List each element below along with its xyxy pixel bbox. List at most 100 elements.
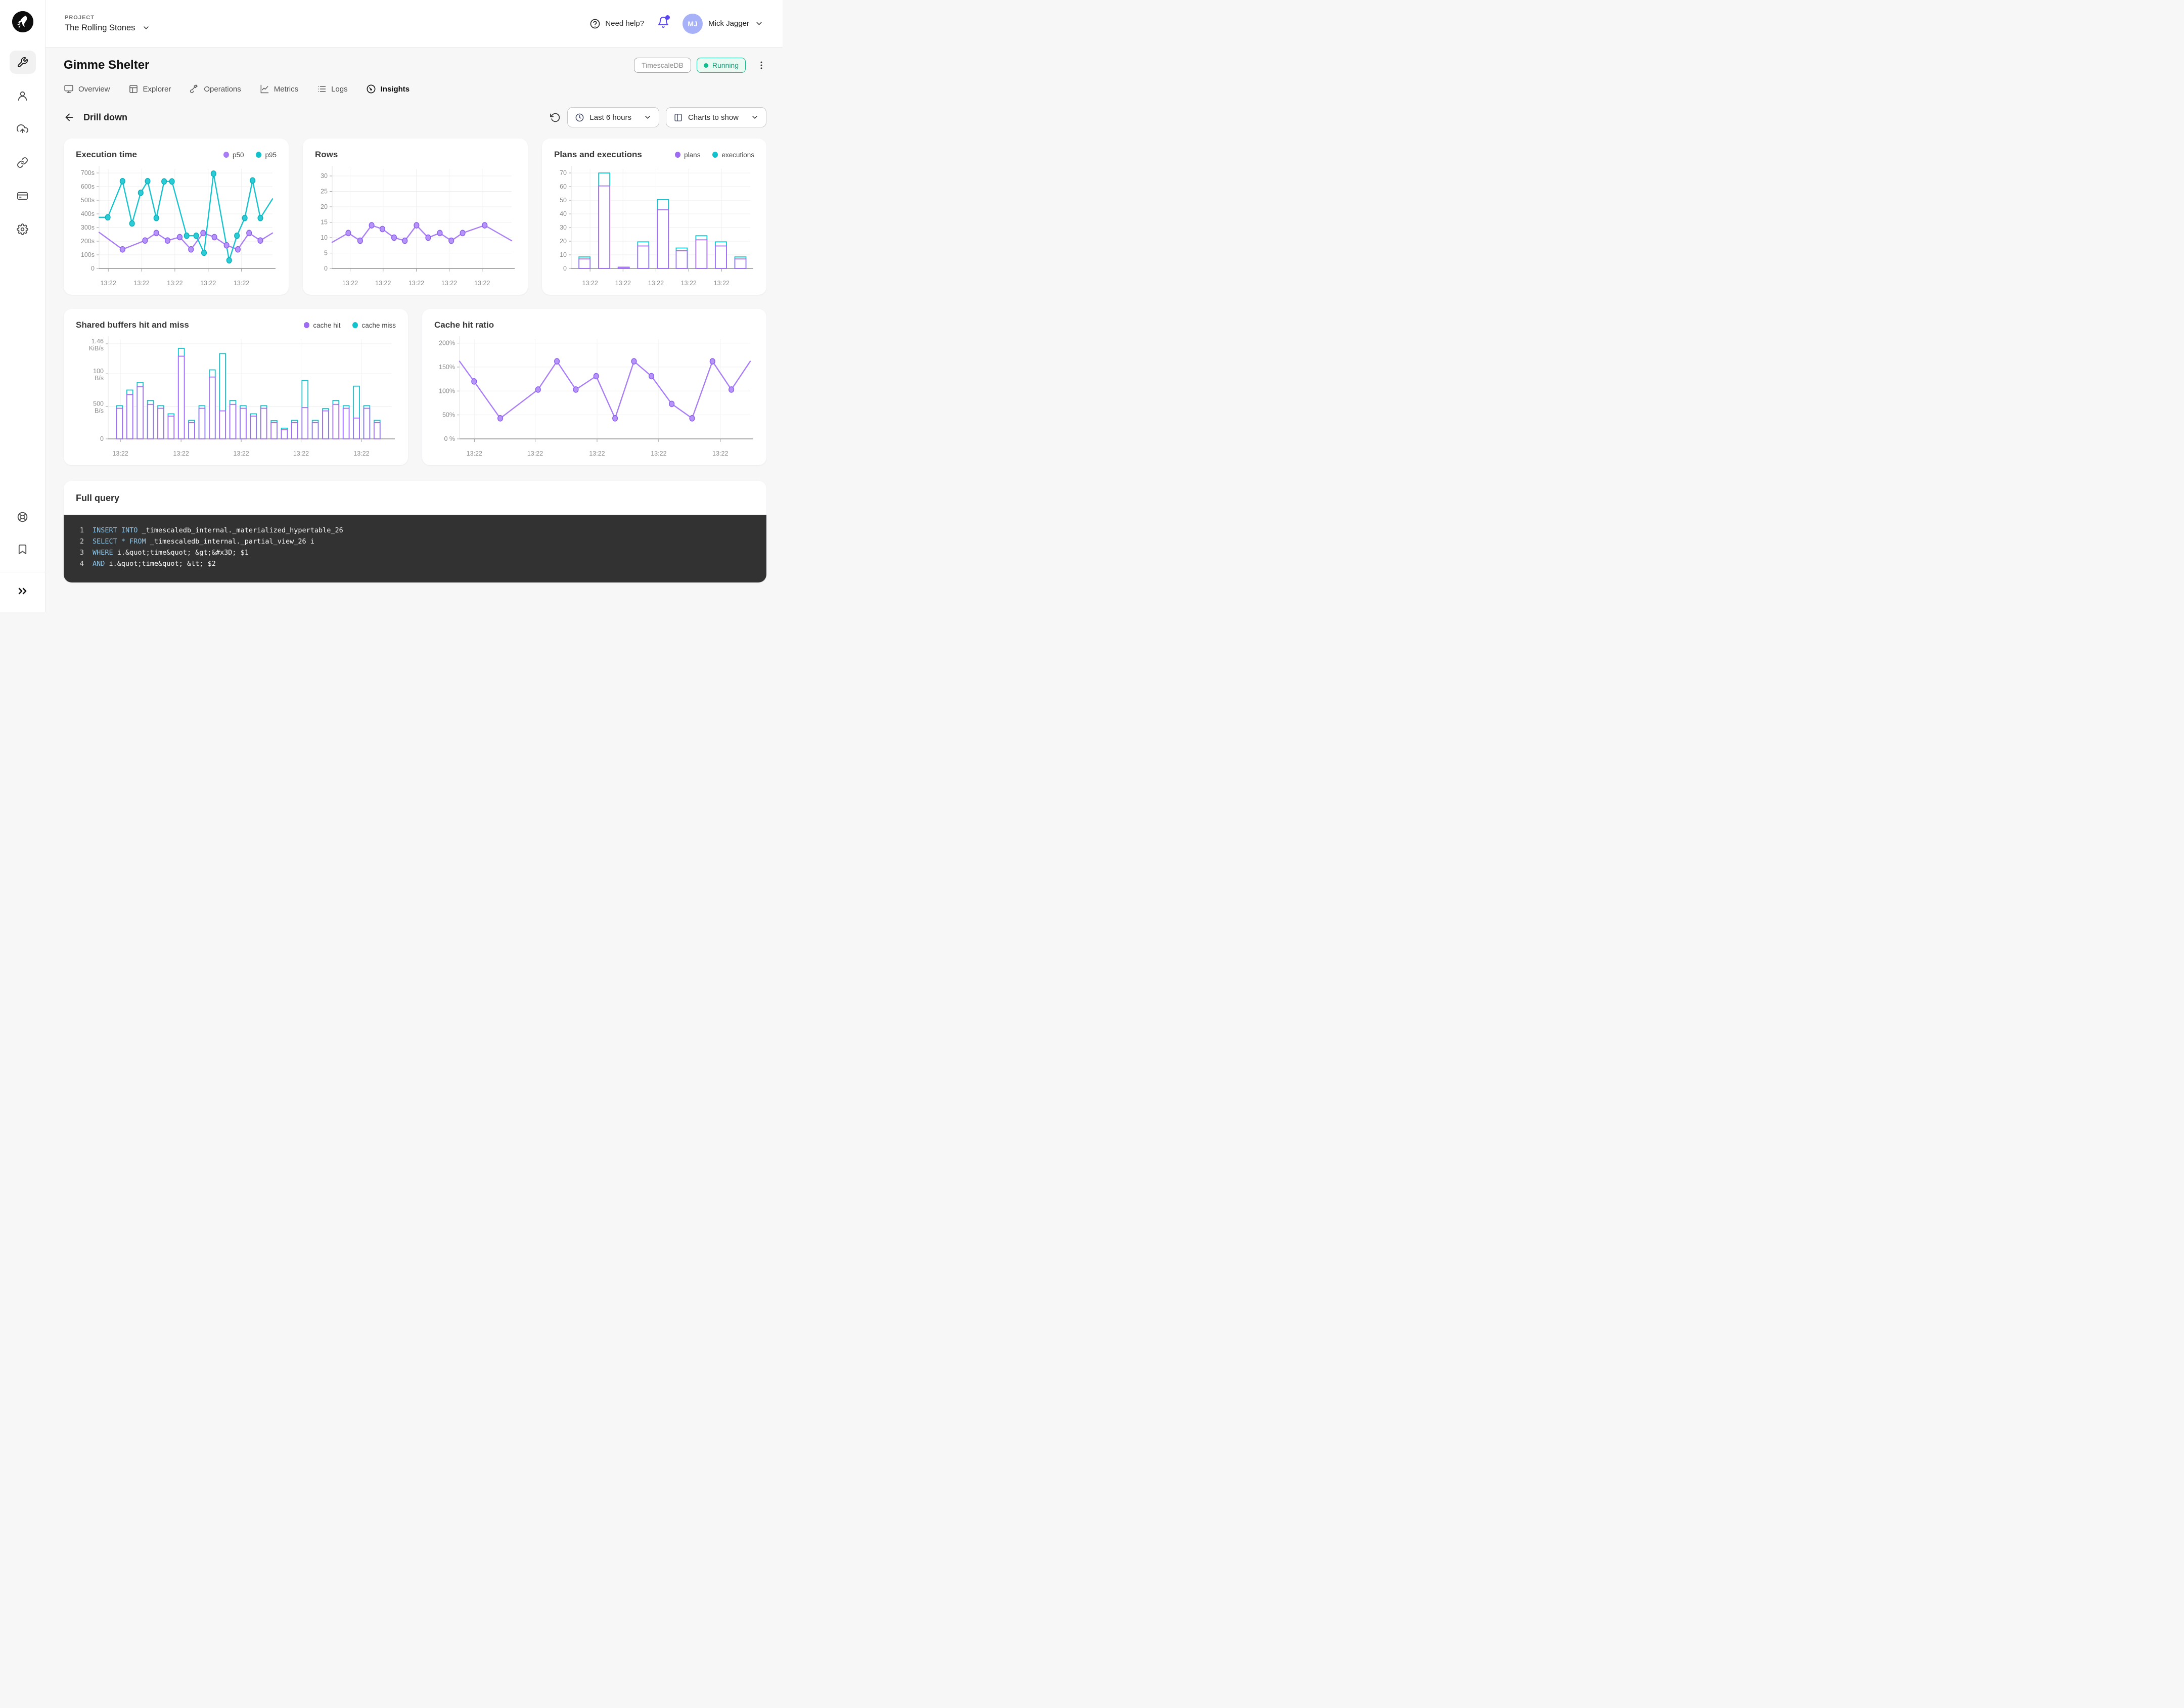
wrench-icon — [18, 57, 28, 67]
top-bar: PROJECT The Rolling Stones Need help? MJ — [46, 0, 783, 48]
code-text: WHERE i.&quot;time&quot; &gt;&#x3D; $1 — [93, 549, 249, 557]
notifications-button[interactable] — [657, 15, 670, 31]
sidebar-item-integrations[interactable] — [10, 151, 36, 174]
drill-down-title: Drill down — [83, 112, 127, 122]
svg-text:13:22: 13:22 — [408, 280, 424, 287]
svg-text:13:22: 13:22 — [133, 280, 149, 287]
tab-operations[interactable]: Operations — [189, 84, 241, 94]
app-root: PROJECT The Rolling Stones Need help? MJ — [0, 0, 783, 612]
timescale-logo[interactable] — [12, 11, 33, 32]
reset-zoom-button[interactable] — [550, 112, 561, 123]
code-text: INSERT INTO _timescaledb_internal._mater… — [93, 526, 343, 534]
legend-dot — [256, 152, 262, 158]
plans-executions-card: Plans and executions plans executions 0 1… — [542, 139, 766, 295]
tab-metrics[interactable]: Metrics — [259, 84, 298, 94]
legend-dot — [352, 322, 358, 328]
legend-item: p95 — [256, 151, 277, 159]
tab-explorer[interactable]: Explorer — [128, 84, 171, 94]
tab-label: Operations — [204, 84, 241, 94]
svg-text:13:22: 13:22 — [234, 280, 249, 287]
svg-text:0: 0 — [100, 435, 104, 442]
chart-title: Shared buffers hit and miss — [76, 320, 189, 330]
rows-card: Rows 0 5 10 15 20 25 30 13:22 13:22 13:22 13:22 13:… — [303, 139, 528, 295]
svg-text:700s: 700s — [81, 169, 95, 176]
svg-text:B/s: B/s — [95, 375, 104, 382]
sidebar-nav — [9, 51, 36, 241]
code-text: SELECT * FROM _timescaledb_internal._par… — [93, 537, 314, 546]
legend-item: cache miss — [352, 322, 396, 329]
svg-text:13:22: 13:22 — [589, 450, 605, 457]
svg-text:400s: 400s — [81, 210, 95, 217]
svg-text:13:22: 13:22 — [651, 450, 666, 457]
svg-text:13:22: 13:22 — [615, 280, 631, 287]
legend-item: cache hit — [304, 322, 340, 329]
charts-to-show-value: Charts to show — [688, 113, 739, 122]
credit-card-icon — [17, 192, 28, 200]
help-circle-icon — [590, 19, 600, 28]
link-icon — [17, 157, 28, 168]
legend-dot — [223, 152, 229, 158]
svg-text:KiB/s: KiB/s — [89, 345, 104, 352]
svg-text:25: 25 — [321, 188, 328, 195]
svg-text:150%: 150% — [439, 364, 455, 371]
svg-text:13:22: 13:22 — [474, 280, 490, 287]
svg-text:13:22: 13:22 — [712, 450, 728, 457]
svg-text:13:22: 13:22 — [582, 280, 598, 287]
svg-text:13:22: 13:22 — [101, 280, 116, 287]
svg-text:5: 5 — [324, 250, 328, 257]
svg-text:1.46: 1.46 — [92, 338, 104, 345]
sidebar-item-billing[interactable] — [10, 184, 36, 207]
line-chart-icon — [260, 84, 268, 94]
code-line: 2 SELECT * FROM _timescaledb_internal._p… — [64, 536, 766, 547]
tab-overview[interactable]: Overview — [64, 84, 110, 94]
svg-text:100s: 100s — [81, 251, 95, 258]
rotate-ccw-icon — [550, 113, 560, 122]
user-menu[interactable]: MJ Mick Jagger — [682, 13, 763, 34]
tab-logs[interactable]: Logs — [316, 84, 348, 94]
time-range-value: Last 6 hours — [589, 113, 631, 122]
project-selector[interactable]: PROJECT The Rolling Stones — [65, 15, 150, 33]
sidebar-item-settings[interactable] — [10, 217, 36, 241]
svg-text:300s: 300s — [81, 224, 95, 231]
svg-text:13:22: 13:22 — [173, 450, 189, 457]
sidebar-item-users[interactable] — [10, 84, 36, 107]
tab-insights[interactable]: Insights — [366, 84, 410, 94]
code-text: AND i.&quot;time&quot; &lt; $2 — [93, 560, 216, 568]
tab-label: Overview — [78, 84, 110, 94]
cache-hit-ratio-chart: 0 % 50% 100% 150% 200% 13:22 13:22 13:22 13:22 13… — [433, 332, 755, 461]
sidebar-item-bookmarks[interactable] — [10, 537, 36, 561]
svg-text:13:22: 13:22 — [233, 450, 249, 457]
code-line: 4 AND i.&quot;time&quot; &lt; $2 — [64, 558, 766, 569]
time-range-select[interactable]: Last 6 hours — [567, 107, 659, 127]
sidebar-expand-button[interactable] — [10, 579, 36, 603]
shared-buffers-card: Shared buffers hit and miss cache hit ca… — [64, 309, 408, 465]
sidebar — [0, 0, 46, 612]
code-line: 3 WHERE i.&quot;time&quot; &gt;&#x3D; $1 — [64, 547, 766, 558]
chart-legend: p50 p95 — [223, 151, 277, 159]
svg-text:13:22: 13:22 — [167, 280, 183, 287]
sidebar-item-import[interactable] — [10, 117, 36, 141]
status-badge[interactable]: Running — [696, 58, 746, 73]
tab-label: Logs — [331, 84, 348, 94]
svg-text:20: 20 — [321, 203, 328, 210]
more-options-button[interactable] — [756, 59, 766, 71]
legend-item: plans — [675, 151, 700, 159]
table-icon — [129, 85, 138, 93]
list-icon — [318, 86, 326, 92]
chart-title: Plans and executions — [554, 150, 642, 159]
content: Gimme Shelter TimescaleDB Running Overvi… — [46, 48, 783, 612]
sidebar-item-services[interactable] — [9, 51, 36, 74]
line-number: 2 — [79, 537, 84, 546]
svg-text:13:22: 13:22 — [353, 450, 369, 457]
chevron-down-icon — [144, 26, 149, 29]
svg-text:B/s: B/s — [95, 408, 104, 415]
tab-label: Explorer — [143, 84, 171, 94]
need-help-button[interactable]: Need help? — [589, 18, 644, 29]
execution-time-chart: 0 100s 200s 300s 400s 500s 600s 700s 13:22 13:22 1… — [75, 162, 278, 291]
charts-to-show-select[interactable]: Charts to show — [665, 107, 766, 127]
chart-legend: cache hit cache miss — [304, 322, 396, 329]
svg-text:30: 30 — [321, 172, 328, 179]
sidebar-item-support[interactable] — [10, 505, 36, 528]
main-column: PROJECT The Rolling Stones Need help? MJ — [46, 0, 783, 612]
back-button[interactable] — [64, 112, 75, 123]
